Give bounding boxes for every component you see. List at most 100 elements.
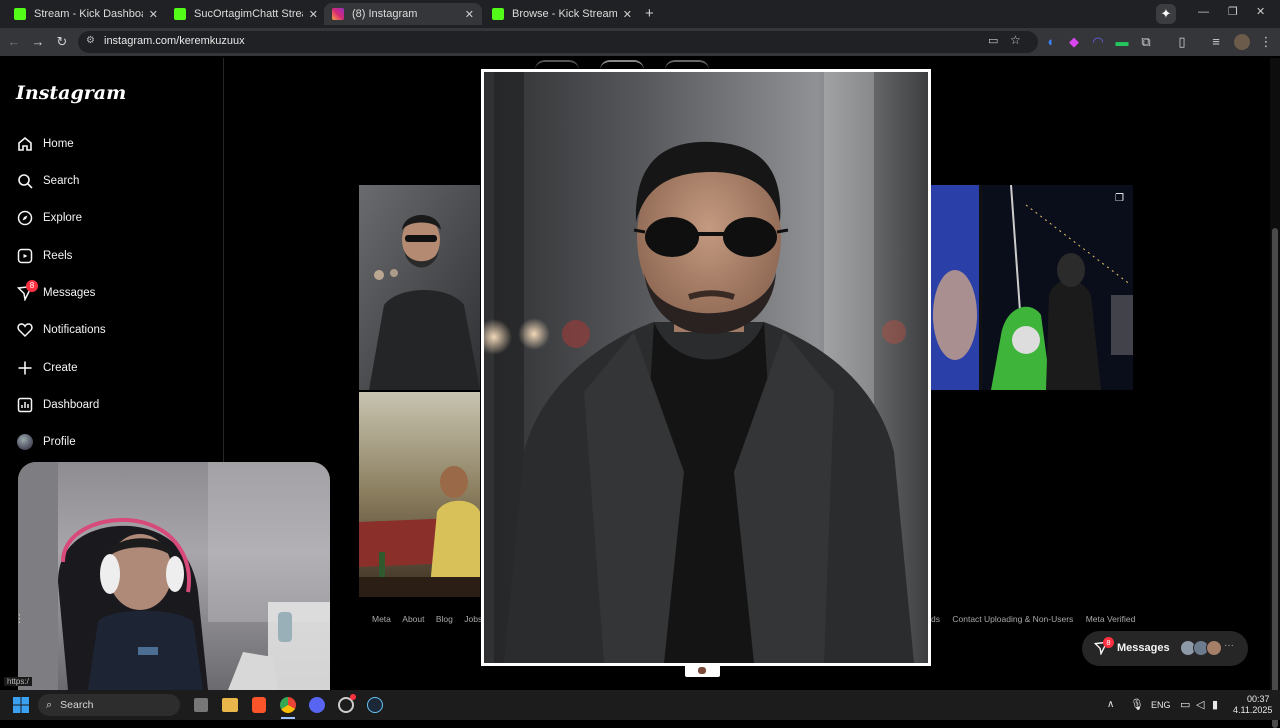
tab-kick-dashboard[interactable]: Stream - Kick Dashboard ✕ (6, 3, 166, 25)
file-explorer-icon[interactable] (222, 698, 238, 712)
task-view-icon[interactable] (194, 698, 208, 712)
tab-title: (8) Instagram (352, 8, 418, 20)
grid-post-photo[interactable] (359, 392, 480, 597)
microphone-icon[interactable]: 🎙 (1130, 698, 1144, 711)
sidebar-item-search[interactable]: Search (16, 169, 79, 193)
more-dots-icon: ··· (1224, 640, 1234, 651)
browser-toolbar: ← → ↻ ⚙ instagram.com/keremkuzuux ▭ ☆ ◖ … (0, 28, 1280, 56)
sidebar-item-reels[interactable]: Reels (16, 244, 72, 268)
post-photo-viewer[interactable] (481, 69, 931, 666)
windows-start-icon[interactable] (13, 697, 29, 718)
sidebar-item-messages[interactable]: 8 Messages (16, 280, 95, 305)
sidebar-item-profile[interactable]: Profile (16, 430, 76, 454)
footer-link[interactable]: Meta Verified (1086, 614, 1136, 624)
steam-icon[interactable] (367, 697, 383, 713)
messages-label: Messages (1117, 642, 1170, 654)
new-tab-button[interactable]: + (645, 5, 654, 22)
battery-icon[interactable]: ▮ (1212, 698, 1218, 711)
footer-link[interactable]: About (402, 614, 424, 624)
media-icon[interactable]: ≡ (1208, 34, 1224, 50)
close-icon[interactable]: ✕ (465, 8, 474, 21)
footer-link[interactable]: Jobs (464, 614, 482, 624)
chrome-icon[interactable] (280, 697, 296, 713)
emoji-icon (698, 667, 706, 674)
brave-icon[interactable] (252, 697, 266, 713)
back-icon[interactable]: ← (6, 34, 22, 50)
kebab-menu-icon[interactable]: ⋮ (1258, 34, 1274, 50)
tab-kick-stream[interactable]: SucOrtagimChatt Stream - Wat ✕ (166, 3, 326, 25)
sidebar-item-label: Reels (43, 250, 73, 262)
notification-badge: 8 (1103, 637, 1114, 648)
search-icon (16, 172, 34, 190)
sidebar-item-dashboard[interactable]: Dashboard (16, 393, 99, 417)
footer-link[interactable]: ds (931, 614, 940, 624)
tab-title: SucOrtagimChatt Stream - Wat (194, 8, 303, 20)
window-close-icon[interactable]: ✕ (1256, 5, 1265, 18)
active-app-indicator (281, 717, 295, 719)
minimize-icon[interactable]: — (1198, 6, 1209, 18)
instagram-logo[interactable]: Instagram (16, 82, 126, 104)
discord-icon[interactable] (309, 697, 325, 713)
sparkle-icon[interactable]: ✦ (1156, 4, 1176, 24)
messenger-icon: 8 (16, 280, 38, 302)
notification-dot (350, 694, 356, 700)
clock-time[interactable]: 00:37 (1247, 694, 1270, 704)
compass-icon (16, 209, 34, 227)
tray-chevron-icon[interactable]: ∧ (1107, 699, 1114, 710)
sidebar-item-label: Profile (43, 436, 76, 448)
tab-kick-browse[interactable]: Browse - Kick Streaming ✕ (484, 3, 640, 25)
sidebar-item-home[interactable]: Home (16, 132, 74, 156)
search-icon: ⌕ (46, 698, 53, 711)
sidebar-item-label: Explore (43, 212, 82, 224)
profile-avatar[interactable] (1234, 34, 1250, 50)
bookmark-star-icon[interactable]: ☆ (1010, 33, 1021, 47)
scrollbar-thumb[interactable] (1272, 228, 1278, 728)
address-bar[interactable]: ⚙ instagram.com/keremkuzuux ▭ ☆ (78, 31, 1038, 53)
extension-icon[interactable]: ◆ (1066, 34, 1082, 50)
sidebar-item-explore[interactable]: Explore (16, 206, 82, 230)
tab-instagram[interactable]: (8) Instagram ✕ (324, 3, 482, 25)
restore-icon[interactable]: ❐ (1228, 5, 1238, 18)
sidebar-item-label: Home (43, 138, 74, 150)
sidebar-item-create[interactable]: Create (16, 356, 78, 380)
puzzle-icon[interactable]: ⧉ (1138, 34, 1154, 50)
kick-icon (174, 8, 186, 20)
site-info-icon[interactable]: ⚙ (86, 35, 95, 46)
taskbar-search[interactable]: ⌕ Search (38, 694, 180, 716)
sidepanel-icon[interactable]: ▯ (1174, 34, 1190, 50)
close-icon[interactable]: ✕ (149, 8, 158, 21)
grid-post-photo[interactable]: ❐ (931, 185, 1133, 390)
install-icon[interactable]: ▭ (988, 34, 998, 47)
extension-icon[interactable]: ▬ (1114, 34, 1130, 50)
extension-icon[interactable]: ◠ (1090, 34, 1106, 50)
page-scrollbar[interactable] (1270, 58, 1280, 728)
address-text[interactable]: instagram.com/keremkuzuux (104, 35, 245, 47)
reels-icon (16, 247, 34, 265)
sidebar-item-label: Search (43, 175, 80, 187)
tab-strip: Stream - Kick Dashboard ✕ SucOrtagimChat… (0, 0, 1280, 28)
kick-icon (14, 8, 26, 20)
more-menu-icon[interactable]: ⋮ (14, 612, 25, 625)
clock-date[interactable]: 4.11.2025 (1233, 705, 1272, 715)
close-icon[interactable]: ✕ (623, 8, 632, 21)
reload-icon[interactable]: ↻ (54, 34, 70, 50)
close-icon[interactable]: ✕ (309, 8, 318, 21)
forward-icon[interactable]: → (30, 34, 46, 50)
messages-drawer-button[interactable]: 8 Messages ··· (1082, 631, 1248, 666)
footer-link[interactable]: Meta (372, 614, 391, 624)
carousel-icon: ❐ (1115, 193, 1124, 204)
display-icon[interactable]: ▭ (1180, 698, 1190, 711)
volume-icon[interactable]: ◁ (1196, 698, 1204, 711)
language-indicator[interactable]: ENG (1151, 700, 1171, 710)
heart-icon (16, 321, 34, 339)
chart-icon (16, 396, 34, 414)
sidebar-item-label: Dashboard (43, 399, 100, 411)
status-url: https:/ (4, 677, 32, 686)
avatar (1206, 640, 1222, 656)
sidebar-item-label: Create (43, 362, 78, 374)
sidebar-item-notifications[interactable]: Notifications (16, 318, 106, 342)
extension-icon[interactable]: ◖ (1042, 34, 1058, 50)
footer-link[interactable]: Contact Uploading & Non-Users (952, 614, 1073, 624)
grid-post-photo[interactable] (359, 185, 480, 390)
footer-link[interactable]: Blog (436, 614, 453, 624)
